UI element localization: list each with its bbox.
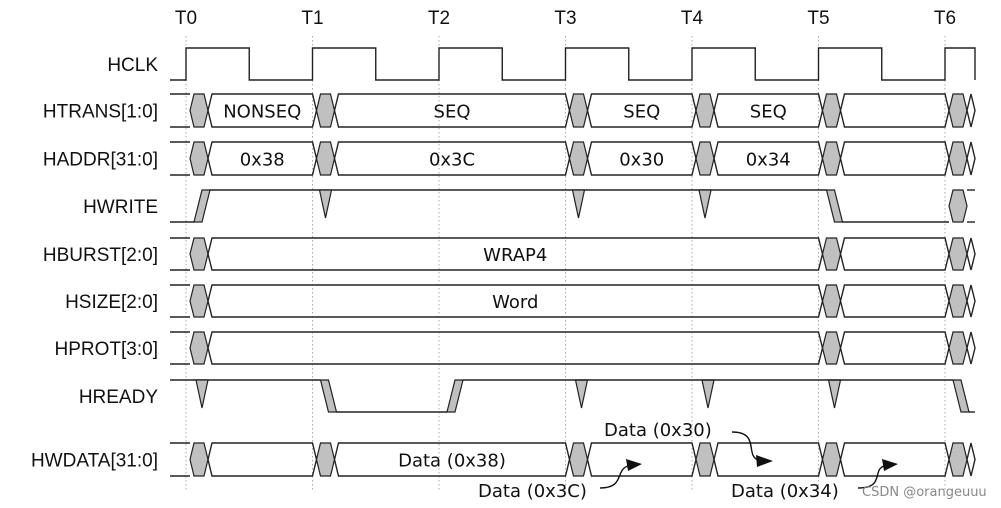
bus-value-label: Word xyxy=(492,292,538,313)
hclk-waveform xyxy=(170,47,976,81)
bus-transition xyxy=(948,93,968,128)
hwrite-rise xyxy=(193,189,211,223)
bus-value-label: 0x34 xyxy=(746,150,791,171)
bus-value-label: SEQ xyxy=(750,102,787,123)
bus-transition xyxy=(948,237,968,271)
signal-label-hwrite: HWRITE xyxy=(83,197,158,218)
signal-label-haddr-31-0: HADDR[31:0] xyxy=(43,150,158,171)
bus-value-segment xyxy=(839,141,950,176)
time-marker-t1: T1 xyxy=(301,8,323,29)
hwrite-fall xyxy=(825,189,844,223)
arrow-data-0x30 xyxy=(731,431,759,461)
bus-value-segment xyxy=(966,237,976,271)
bus-transition xyxy=(948,141,968,176)
bus-transition xyxy=(821,284,842,318)
signal-label-hsize-2-0: HSIZE[2:0] xyxy=(65,292,158,313)
time-marker-t6: T6 xyxy=(934,8,956,29)
time-marker-t0: T0 xyxy=(175,8,197,29)
time-marker-t5: T5 xyxy=(807,8,829,29)
bus-transition xyxy=(568,442,589,477)
time-marker-t2: T2 xyxy=(428,8,450,29)
bus-transition xyxy=(695,141,715,176)
time-marker-t4: T4 xyxy=(681,8,704,29)
bus-value-segment xyxy=(966,93,976,128)
bus-value-label: WRAP4 xyxy=(483,245,547,266)
hready-fall xyxy=(319,379,338,413)
bus-transition xyxy=(821,141,842,176)
hwrite-transition-marker xyxy=(318,189,333,219)
bus-value-segment xyxy=(207,331,824,365)
bus-transition xyxy=(948,284,968,318)
bus-transition xyxy=(948,331,968,365)
bus-value-segment xyxy=(966,442,976,477)
hready-rise xyxy=(446,379,464,413)
signal-label-hready: HREADY xyxy=(79,387,159,408)
bus-value-segment xyxy=(966,141,976,176)
bus-value-label: SEQ xyxy=(623,102,660,123)
waveforms: NONSEQ SEQ SEQ SEQ 0x38 0x3C 0x30 0x34 WRAP4 Word… xyxy=(170,47,976,477)
hready-transition-marker xyxy=(574,379,589,409)
bus-transition xyxy=(568,93,589,128)
hwrite-transition xyxy=(948,189,968,223)
bus-value-label: 0x38 xyxy=(240,150,285,171)
bus-transition xyxy=(568,141,589,176)
hready-transition-marker xyxy=(827,379,842,409)
bus-value-label: 0x30 xyxy=(619,150,664,171)
annotation-data-0x30: Data (0x30) xyxy=(604,420,712,441)
bus-transition xyxy=(695,442,715,477)
bus-value-segment xyxy=(839,93,950,128)
signal-labels: HCLK HTRANS[1:0] HADDR[31:0] HWRITE HBURST[2… xyxy=(31,55,158,472)
hwrite-transition-marker xyxy=(571,189,586,219)
bus-value-label: SEQ xyxy=(434,102,471,123)
bus-transition xyxy=(948,442,968,477)
annotation-data-0x34: Data (0x34) xyxy=(731,481,839,502)
signal-label-htrans-1-0: HTRANS[1:0] xyxy=(43,102,158,123)
hready-transition-marker xyxy=(701,379,715,409)
arrowhead-icon xyxy=(882,459,898,471)
signal-label-hwdata-31-0: HWDATA[31:0] xyxy=(31,451,158,472)
bus-value-label: Data (0x38) xyxy=(398,451,506,472)
signal-label-hprot-3-0: HPROT[3:0] xyxy=(55,339,158,360)
bus-value-segment xyxy=(966,331,976,365)
signal-label-hclk: HCLK xyxy=(107,55,158,76)
time-marker-t3: T3 xyxy=(554,8,576,29)
bus-transition xyxy=(315,93,336,128)
bus-transition xyxy=(189,93,209,128)
annotation-data-0x3c: Data (0x3C) xyxy=(478,481,587,502)
bus-transition xyxy=(189,442,209,477)
bus-transition xyxy=(821,331,842,365)
bus-transition xyxy=(189,284,209,318)
bus-transition xyxy=(821,93,842,128)
bus-value-segment xyxy=(966,284,976,318)
hready-fall xyxy=(952,379,970,413)
bus-value-segment xyxy=(207,442,318,477)
hwrite-transition-marker xyxy=(698,189,712,219)
bus-transition xyxy=(189,331,209,365)
bus-value-label: NONSEQ xyxy=(223,102,301,123)
arrowhead-icon xyxy=(626,459,642,471)
bus-transition xyxy=(189,141,209,176)
bus-value-label: 0x3C xyxy=(429,150,475,171)
bus-transition xyxy=(315,442,336,477)
bus-value-segment xyxy=(586,442,697,477)
bus-value-segment xyxy=(839,331,950,365)
bus-value-segment xyxy=(839,284,950,318)
bus-transition xyxy=(821,442,842,477)
time-markers: T0 T1 T2 T3 T4 T5 T6 xyxy=(175,8,956,29)
bus-transition xyxy=(695,93,715,128)
bus-transition xyxy=(315,141,336,176)
hready-transition-marker xyxy=(195,379,209,409)
arrow-data-0x3c xyxy=(599,465,629,489)
watermark: CSDN @orangeuuu xyxy=(862,485,987,500)
bus-transition xyxy=(189,237,209,271)
arrowhead-icon xyxy=(756,455,773,467)
signal-label-hburst-2-0: HBURST[2:0] xyxy=(43,245,158,266)
bus-value-segment xyxy=(839,442,950,477)
bus-value-segment xyxy=(839,237,950,271)
bus-transition xyxy=(821,237,842,271)
ahb-wrap4-timing-diagram: T0 T1 T2 T3 T4 T5 T6 HCLK HTRANS[1:0] HADDR[31:0… xyxy=(31,8,987,502)
